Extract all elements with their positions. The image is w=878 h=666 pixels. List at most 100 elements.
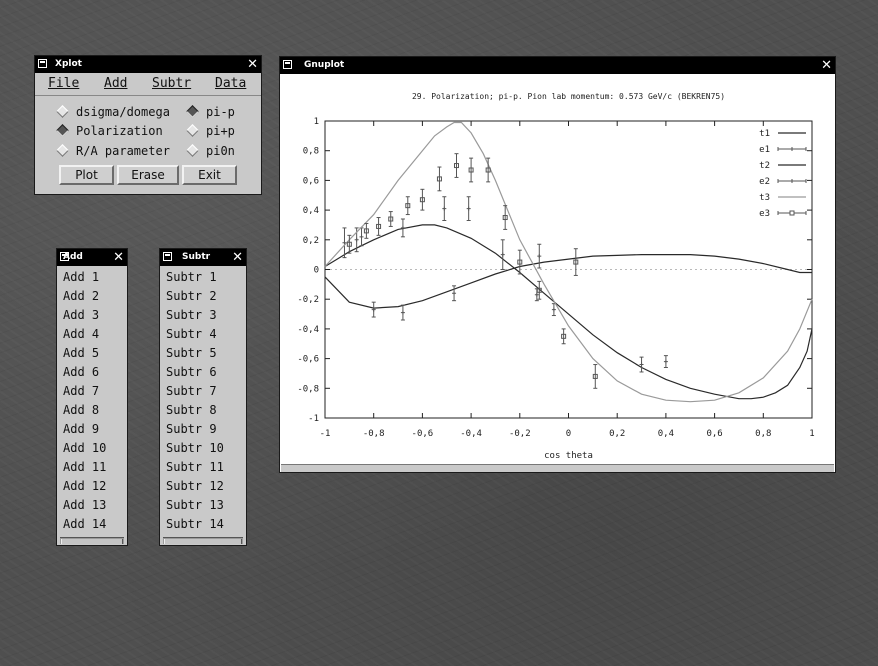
menu-file[interactable]: File (48, 76, 79, 91)
scroll-thumb[interactable] (61, 539, 123, 544)
subtr-item-11[interactable]: Subtr 11 (163, 458, 243, 477)
scrollbar[interactable] (281, 464, 834, 472)
menu-add[interactable]: Add (104, 76, 127, 91)
close-icon[interactable]: ✕ (821, 57, 832, 74)
subtr-item-7[interactable]: Subtr 7 (163, 382, 243, 401)
subtr-item-13[interactable]: Subtr 13 (163, 496, 243, 515)
subtr-menu-titlebar[interactable]: Subtr ✕ (160, 249, 246, 266)
add-item-3[interactable]: Add 3 (60, 306, 124, 325)
x-tick-label: 0,8 (755, 429, 771, 439)
add-item-14[interactable]: Add 14 (60, 515, 124, 534)
radio-unselected-icon (56, 105, 69, 118)
add-item-7[interactable]: Add 7 (60, 382, 124, 401)
y-tick-label: -0,2 (297, 295, 319, 305)
add-item-11[interactable]: Add 11 (60, 458, 124, 477)
legend-label: e3 (759, 209, 770, 219)
data-point-e1 (551, 307, 556, 312)
subtr-item-8[interactable]: Subtr 8 (163, 401, 243, 420)
x-tick-label: 0 (566, 429, 571, 439)
window-title: Subtr (182, 252, 211, 262)
radio-ra-parameter[interactable]: R/A parameter (56, 143, 170, 159)
radio-unselected-icon (186, 124, 199, 137)
add-item-8[interactable]: Add 8 (60, 401, 124, 420)
polarization-chart: 29. Polarization; pi-p. Pion lab momentu… (297, 92, 814, 461)
x-axis-label: cos theta (544, 451, 593, 461)
window-title: Add (63, 252, 83, 262)
radio-dsigma[interactable]: dsigma/domega (56, 104, 170, 120)
radio-unselected-icon (56, 144, 69, 157)
radio-polarization[interactable]: Polarization (56, 123, 163, 139)
x-tick-label: 0,6 (706, 429, 722, 439)
radio-pi0-n[interactable]: pi0n (186, 143, 235, 159)
gnuplot-window: Gnuplot ✕ 29. Polarization; pi-p. Pion l… (279, 56, 836, 473)
radio-label: R/A parameter (76, 144, 170, 158)
add-item-9[interactable]: Add 9 (60, 420, 124, 439)
radio-pi-plus-p[interactable]: pi+p (186, 123, 235, 139)
close-icon[interactable]: ✕ (232, 249, 243, 266)
scrollbar[interactable] (163, 537, 243, 544)
menu-subtr[interactable]: Subtr (152, 76, 191, 91)
menu-data[interactable]: Data (215, 76, 246, 91)
subtr-item-14[interactable]: Subtr 14 (163, 515, 243, 534)
x-tick-label: -0,8 (363, 429, 385, 439)
data-point-e1 (400, 310, 405, 315)
add-item-10[interactable]: Add 10 (60, 439, 124, 458)
add-item-1[interactable]: Add 1 (60, 268, 124, 287)
series-line-t1 (324, 254, 812, 309)
subtr-item-6[interactable]: Subtr 6 (163, 363, 243, 382)
add-item-6[interactable]: Add 6 (60, 363, 124, 382)
subtr-item-3[interactable]: Subtr 3 (163, 306, 243, 325)
y-tick-label: -0,4 (297, 325, 319, 335)
legend-marker (789, 210, 795, 216)
add-item-13[interactable]: Add 13 (60, 496, 124, 515)
xplot-titlebar[interactable]: Xplot ✕ (35, 56, 261, 73)
subtr-item-2[interactable]: Subtr 2 (163, 287, 243, 306)
add-item-4[interactable]: Add 4 (60, 325, 124, 344)
legend-label: e1 (759, 145, 770, 155)
radio-unselected-icon (186, 144, 199, 157)
radio-selected-icon (56, 124, 69, 137)
y-tick-label: -1 (308, 414, 319, 424)
exit-button[interactable]: Exit (182, 165, 237, 185)
y-tick-label: 0,6 (303, 176, 319, 186)
data-point-e2 (354, 237, 359, 242)
y-tick-label: 0,8 (303, 147, 319, 157)
radio-pi-minus-p[interactable]: pi-p (186, 104, 235, 120)
radio-label: pi+p (206, 124, 235, 138)
radio-label: Polarization (76, 124, 163, 138)
radio-label: pi0n (206, 144, 235, 158)
subtr-item-12[interactable]: Subtr 12 (163, 477, 243, 496)
erase-button[interactable]: Erase (117, 165, 179, 185)
subtr-item-9[interactable]: Subtr 9 (163, 420, 243, 439)
radio-label: pi-p (206, 105, 235, 119)
subtr-item-4[interactable]: Subtr 4 (163, 325, 243, 344)
subtr-item-1[interactable]: Subtr 1 (163, 268, 243, 287)
data-point-e2 (442, 206, 447, 211)
close-icon[interactable]: ✕ (113, 249, 124, 266)
x-tick-label: 0,4 (658, 429, 674, 439)
add-menu-titlebar[interactable]: Add ✕ (57, 249, 127, 266)
subtr-menu-window: Subtr ✕ Subtr 1 Subtr 2 Subtr 3 Subtr 4 Subt… (159, 248, 247, 546)
gnuplot-titlebar[interactable]: Gnuplot ✕ (280, 57, 835, 74)
window-menu-icon[interactable] (38, 59, 47, 68)
x-tick-label: 1 (809, 429, 814, 439)
data-point-e2 (537, 254, 542, 259)
scroll-thumb[interactable] (164, 539, 242, 544)
scrollbar[interactable] (60, 537, 124, 544)
plot-button[interactable]: Plot (59, 165, 114, 185)
legend-label: t2 (759, 161, 770, 171)
add-item-2[interactable]: Add 2 (60, 287, 124, 306)
subtr-item-5[interactable]: Subtr 5 (163, 344, 243, 363)
window-menu-icon[interactable] (163, 252, 172, 261)
add-item-5[interactable]: Add 5 (60, 344, 124, 363)
subtr-item-10[interactable]: Subtr 10 (163, 439, 243, 458)
add-item-12[interactable]: Add 12 (60, 477, 124, 496)
window-menu-icon[interactable] (283, 60, 292, 69)
x-tick-label: -0,4 (460, 429, 482, 439)
x-tick-label: -1 (320, 429, 331, 439)
close-icon[interactable]: ✕ (247, 56, 258, 73)
data-point-e2 (663, 359, 668, 364)
legend-label: t3 (759, 193, 770, 203)
data-point-e1 (452, 291, 457, 296)
plot-canvas: 29. Polarization; pi-p. Pion lab momentu… (281, 75, 834, 465)
